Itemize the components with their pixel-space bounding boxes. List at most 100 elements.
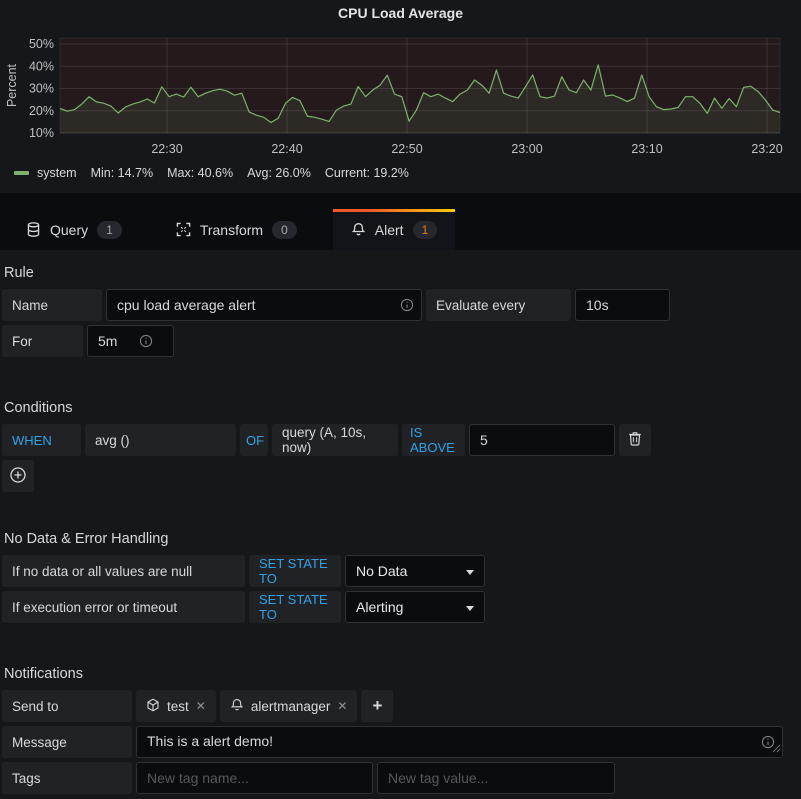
transform-icon — [176, 222, 191, 237]
no-data-row: If no data or all values are null SET ST… — [2, 555, 799, 587]
error-set-state-label: SET STATE TO — [249, 591, 341, 623]
tab-alert-label: Alert — [375, 222, 404, 238]
send-to-row: Send to test ✕ alertmanager ✕ + — [2, 690, 799, 722]
no-data-set-state-label: SET STATE TO — [249, 555, 341, 587]
svg-text:23:00: 23:00 — [511, 142, 542, 156]
for-field-wrap — [87, 325, 174, 357]
send-to-label: Send to — [2, 690, 132, 722]
legend-current: Current: 19.2% — [325, 166, 409, 180]
rule-row-2: For — [2, 325, 799, 357]
trash-icon — [628, 431, 642, 449]
delete-condition-button[interactable] — [619, 424, 651, 456]
svg-text:Percent: Percent — [5, 63, 19, 107]
rule-row-1: Name Evaluate every — [2, 289, 799, 321]
evaluator-button[interactable]: IS ABOVE — [402, 424, 465, 456]
evaluate-field-wrap — [575, 289, 670, 321]
no-data-state-value: No Data — [356, 563, 407, 579]
message-textarea[interactable]: This is a alert demo! — [136, 726, 783, 758]
cpu-load-panel: CPU Load Average 10%20%30%40%50%22:3022:… — [0, 0, 801, 193]
threshold-input[interactable] — [469, 424, 615, 456]
for-input[interactable] — [87, 325, 174, 357]
cube-icon — [146, 698, 160, 715]
tab-query-label: Query — [50, 222, 88, 238]
message-row: Message This is a alert demo! — [2, 726, 799, 758]
error-state-select[interactable]: Alerting — [345, 591, 485, 623]
tags-row: Tags — [2, 762, 799, 794]
name-field-wrap — [106, 289, 422, 321]
when-button[interactable]: WHEN — [2, 424, 81, 456]
bell-icon — [230, 698, 244, 715]
svg-text:50%: 50% — [29, 37, 54, 51]
tag-name-wrap — [136, 762, 373, 794]
evaluate-every-input[interactable] — [575, 289, 670, 321]
recipient-chip-alertmanager: alertmanager ✕ — [220, 690, 358, 722]
tab-transform-label: Transform — [200, 222, 263, 238]
error-state-value: Alerting — [356, 599, 403, 615]
svg-text:20%: 20% — [29, 104, 54, 118]
circle-plus-icon — [9, 466, 27, 487]
svg-text:22:30: 22:30 — [151, 142, 182, 156]
series-color-swatch — [14, 171, 29, 175]
add-condition-button[interactable] — [2, 460, 34, 492]
bell-icon — [351, 222, 366, 237]
svg-text:22:40: 22:40 — [271, 142, 302, 156]
remove-recipient-icon[interactable]: ✕ — [337, 699, 347, 713]
condition-row: WHEN avg () OF query (A, 10s, now) IS AB… — [2, 424, 799, 456]
tags-label: Tags — [2, 762, 132, 794]
alert-name-input[interactable] — [106, 289, 422, 321]
name-label: Name — [2, 289, 102, 321]
cpu-load-chart[interactable]: 10% 20% 30% 40% 50% 22:30 22:40 22:50 23:00 23:10… — [0, 0, 801, 160]
error-label: If execution error or timeout — [2, 591, 245, 623]
legend-avg: Avg: 26.0% — [247, 166, 311, 180]
no-data-heading: No Data & Error Handling — [4, 531, 799, 547]
editor-tabbar: Query 1 Transform 0 Alert 1 — [0, 193, 801, 250]
threshold-field-wrap — [469, 424, 615, 456]
tab-alert[interactable]: Alert 1 — [333, 209, 455, 250]
info-icon[interactable] — [400, 298, 414, 315]
tab-alert-count: 1 — [413, 221, 438, 239]
tag-value-wrap — [377, 762, 615, 794]
series-name[interactable]: system — [37, 166, 77, 180]
info-icon[interactable] — [139, 334, 153, 351]
svg-text:22:50: 22:50 — [391, 142, 422, 156]
svg-text:30%: 30% — [29, 82, 54, 96]
tab-query-count: 1 — [97, 221, 122, 239]
tab-transform[interactable]: Transform 0 — [158, 209, 315, 250]
add-condition-row — [2, 460, 799, 492]
no-data-state-select[interactable]: No Data — [345, 555, 485, 587]
remove-recipient-icon[interactable]: ✕ — [196, 699, 206, 713]
error-row: If execution error or timeout SET STATE … — [2, 591, 799, 623]
recipient-chip-test: test ✕ — [136, 690, 216, 722]
notifications-heading: Notifications — [4, 666, 799, 682]
svg-text:23:20: 23:20 — [751, 142, 782, 156]
conditions-heading: Conditions — [4, 400, 799, 416]
legend-max: Max: 40.6% — [167, 166, 233, 180]
for-label: For — [2, 325, 83, 357]
svg-text:10%: 10% — [29, 126, 54, 140]
tag-value-input[interactable] — [377, 762, 615, 794]
recipient-name: alertmanager — [251, 699, 331, 714]
svg-text:23:10: 23:10 — [631, 142, 662, 156]
tab-transform-count: 0 — [272, 221, 297, 239]
svg-text:40%: 40% — [29, 59, 54, 73]
of-button[interactable]: OF — [240, 424, 268, 456]
rule-heading: Rule — [4, 265, 799, 281]
aggregation-button[interactable]: avg () — [85, 424, 236, 456]
add-recipient-button[interactable]: + — [361, 690, 393, 722]
tab-query[interactable]: Query 1 — [8, 209, 140, 250]
no-data-label: If no data or all values are null — [2, 555, 245, 587]
tag-name-input[interactable] — [136, 762, 373, 794]
chevron-down-icon — [466, 606, 474, 611]
plus-icon: + — [372, 696, 382, 716]
recipient-name: test — [167, 699, 189, 714]
message-field-wrap: This is a alert demo! — [136, 726, 783, 758]
alert-tab-content: Rule Name Evaluate every For Conditi — [0, 265, 801, 794]
legend-min: Min: 14.7% — [91, 166, 154, 180]
database-icon — [26, 222, 41, 237]
chevron-down-icon — [466, 570, 474, 575]
query-part-button[interactable]: query (A, 10s, now) — [272, 424, 398, 456]
resize-handle-icon[interactable] — [772, 741, 781, 756]
message-label: Message — [2, 726, 132, 758]
chart-legend: system Min: 14.7% Max: 40.6% Avg: 26.0% … — [14, 166, 423, 180]
evaluate-every-label: Evaluate every — [426, 289, 571, 321]
